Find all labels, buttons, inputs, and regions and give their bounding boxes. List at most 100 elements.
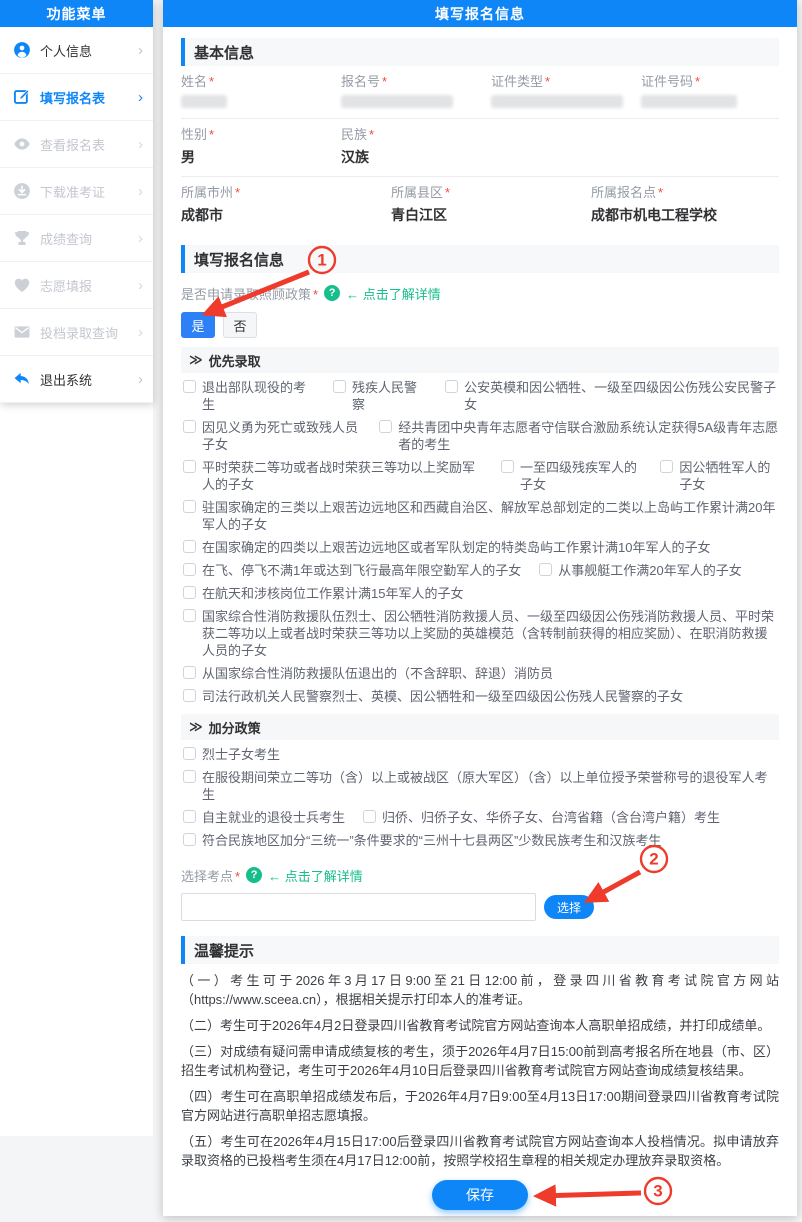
checkbox-label: 一至四级残疾军人的子女 (520, 459, 642, 493)
redacted-value (341, 95, 453, 108)
checkbox-option[interactable]: 自主就业的退役士兵考生 (183, 809, 345, 826)
field-性别: 性别* 男 (181, 127, 341, 166)
help-question-icon[interactable]: ? (324, 285, 340, 301)
page-title: 填写报名信息 (163, 0, 797, 27)
yes-button[interactable]: 是 (181, 312, 215, 338)
double-chevron-icon: ≫ (189, 352, 203, 368)
checkbox[interactable] (183, 586, 196, 599)
sidebar-item-edit[interactable]: 填写报名表› (0, 74, 153, 121)
checkbox-option[interactable]: 因公牺牲军人的子女 (660, 459, 779, 493)
no-button[interactable]: 否 (223, 312, 257, 338)
checkbox-option[interactable]: 在航天和涉核岗位工作累计满15年军人的子女 (183, 585, 463, 602)
save-button[interactable]: 保存 (432, 1180, 528, 1210)
checkbox-option[interactable]: 烈士子女考生 (183, 746, 280, 763)
checkbox[interactable] (445, 380, 458, 393)
sidebar-item-heart: 志愿填报› (0, 262, 153, 309)
venue-select-row: 选择 2 (181, 892, 779, 922)
field-所属报名点: 所属报名点*成都市机电工程学校 (591, 185, 779, 224)
checkbox[interactable] (183, 563, 196, 576)
checkbox-row: 自主就业的退役士兵考生 归侨、归侨子女、华侨子女、台湾省籍（含台湾户籍）考生 (181, 809, 779, 826)
field-报名号: 报名号* (341, 74, 491, 108)
field-label: 报名号* (341, 74, 491, 89)
checkbox-option[interactable]: 因见义勇为死亡或致残人员子女 (183, 419, 361, 453)
chevron-right-icon: › (138, 43, 143, 58)
field-label: 所属市州* (181, 185, 391, 200)
sidebar-item-label: 投档录取查询 (40, 323, 138, 342)
basic-info-row-3: 所属市州*成都市所属县区*青白江区所属报名点*成都市机电工程学校 (181, 177, 779, 234)
field-value: 汉族 (341, 148, 779, 166)
checkbox-option[interactable]: 归侨、归侨子女、华侨子女、台湾省籍（含台湾户籍）考生 (363, 809, 720, 826)
checkbox[interactable] (660, 460, 673, 473)
policy-help-link[interactable]: ← 点击了解详情 (346, 284, 441, 303)
checkbox-option[interactable]: 驻国家确定的三类以上艰苦边远地区和西藏自治区、解放军总部划定的二类以上岛屿工作累… (183, 499, 779, 533)
checkbox-option[interactable]: 公安英模和因公牺牲、一级至四级因公伤残公安民警子女 (445, 379, 779, 413)
sidebar-item-mail: 投档录取查询› (0, 309, 153, 356)
checkbox-option[interactable]: 符合民族地区加分“三统一”条件要求的“三州十七县两区”少数民族考生和汉族考生 (183, 832, 661, 849)
field-民族: 民族*汉族 (341, 127, 779, 166)
checkbox[interactable] (183, 747, 196, 760)
basic-info-row-2: 性别* 男民族*汉族 (181, 119, 779, 177)
checkbox-row: 符合民族地区加分“三统一”条件要求的“三州十七县两区”少数民族考生和汉族考生 (181, 832, 779, 849)
checkbox[interactable] (183, 810, 196, 823)
checkbox-option[interactable]: 在国家确定的四类以上艰苦边远地区或者军队划定的特类岛屿工作累计满10年军人的子女 (183, 539, 710, 556)
checkbox-option[interactable]: 经共青团中央青年志愿者守信联合激励系统认定获得5A级青年志愿者的考生 (379, 419, 779, 453)
checkbox-option[interactable]: 在飞、停飞不满1年或达到飞行最高年限空勤军人的子女 (183, 562, 521, 579)
sidebar-item-download: 下载准考证› (0, 168, 153, 215)
venue-input[interactable] (181, 893, 536, 921)
checkbox[interactable] (333, 380, 346, 393)
field-value: 男 (181, 148, 341, 166)
checkbox[interactable] (183, 460, 196, 473)
checkbox[interactable] (183, 770, 196, 783)
tip-paragraph: （一）考生可于2026年3月17日9:00至21日12:00前，登录四川省教育考… (181, 971, 779, 1009)
field-证件号码: 证件号码* (641, 74, 779, 108)
checkbox[interactable] (183, 689, 196, 702)
edit-icon (13, 88, 31, 106)
checkbox-row: 在航天和涉核岗位工作累计满15年军人的子女 (181, 585, 779, 602)
checkbox-label: 平时荣获二等功或者战时荣获三等功以上奖励军人的子女 (202, 459, 483, 493)
checkbox-option[interactable]: 从国家综合性消防救援队伍退出的（不含辞职、辞退）消防员 (183, 665, 553, 682)
venue-select-button[interactable]: 选择 (544, 895, 594, 919)
sidebar-item-label: 个人信息 (40, 41, 138, 60)
checkbox-option[interactable]: 从事舰艇工作满20年军人的子女 (539, 562, 741, 579)
venue-label: 选择考点* (181, 866, 240, 885)
sidebar-item-user[interactable]: 个人信息› (0, 27, 153, 74)
checkbox[interactable] (363, 810, 376, 823)
field-证件类型: 证件类型* (491, 74, 641, 108)
checkbox[interactable] (501, 460, 514, 473)
venue-help-link[interactable]: ← 点击了解详情 (268, 866, 363, 885)
help-question-icon[interactable]: ? (246, 867, 262, 883)
checkbox[interactable] (183, 609, 196, 622)
checkbox[interactable] (183, 420, 196, 433)
checkbox[interactable] (183, 833, 196, 846)
user-icon (13, 41, 31, 59)
field-value: 成都市 (181, 206, 391, 224)
checkbox-option[interactable]: 在服役期间荣立二等功（含）以上或被战区（原大军区）（含）以上单位授予荣誉称号的退… (183, 769, 779, 803)
checkbox-label: 烈士子女考生 (202, 746, 280, 763)
sidebar-item-label: 成绩查询 (40, 229, 138, 248)
checkbox-option[interactable]: 司法行政机关人民警察烈士、英模、因公牺牲和一级至四级因公伤残人民警察的子女 (183, 688, 683, 705)
checkbox[interactable] (183, 540, 196, 553)
checkbox-row: 在飞、停飞不满1年或达到飞行最高年限空勤军人的子女 从事舰艇工作满20年军人的子女 (181, 562, 779, 579)
checkbox[interactable] (539, 563, 552, 576)
checkbox[interactable] (183, 500, 196, 513)
sidebar-item-exit[interactable]: 退出系统› (0, 356, 153, 403)
checkbox-option[interactable]: 一至四级残疾军人的子女 (501, 459, 642, 493)
checkbox-option[interactable]: 平时荣获二等功或者战时荣获三等功以上奖励军人的子女 (183, 459, 483, 493)
checkbox-row: 在服役期间荣立二等功（含）以上或被战区（原大军区）（含）以上单位授予荣誉称号的退… (181, 769, 779, 803)
sidebar-title: 功能菜单 (0, 0, 153, 27)
checkbox-option[interactable]: 国家综合性消防救援队伍烈士、因公牺牲消防救援人员、一级至四级因公伤残消防救援人员… (183, 608, 779, 659)
checkbox-label: 驻国家确定的三类以上艰苦边远地区和西藏自治区、解放军总部划定的二类以上岛屿工作累… (202, 499, 779, 533)
field-label: 性别* (181, 127, 341, 142)
section-basic-info: 基本信息 (181, 38, 779, 66)
checkbox-option[interactable]: 残疾人民警察 (333, 379, 427, 413)
checkbox[interactable] (379, 420, 392, 433)
checkbox[interactable] (183, 380, 196, 393)
checkbox-option[interactable]: 退出部队现役的考生 (183, 379, 315, 413)
redacted-value (641, 95, 737, 108)
checkbox-label: 在国家确定的四类以上艰苦边远地区或者军队划定的特类岛屿工作累计满10年军人的子女 (202, 539, 710, 556)
policy-group-heading: ≫优先录取 (181, 347, 779, 373)
checkbox[interactable] (183, 666, 196, 679)
checkbox-row: 烈士子女考生 (181, 746, 779, 763)
chevron-right-icon: › (138, 90, 143, 105)
policy-question-label: 是否申请录取照顾政策* (181, 284, 318, 303)
